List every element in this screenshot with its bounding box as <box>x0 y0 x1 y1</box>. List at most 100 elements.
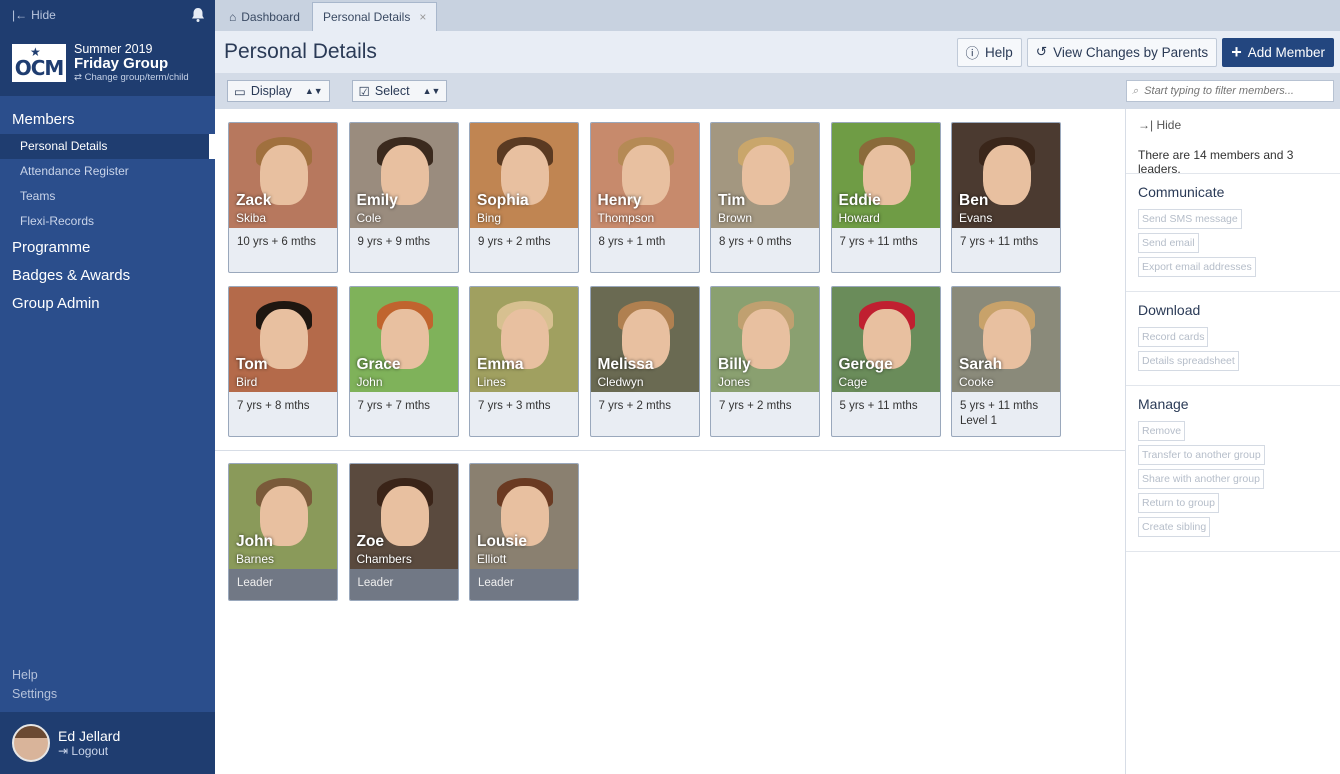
ocm-logo: ★ OCM <box>12 44 66 82</box>
nav-personal-details[interactable]: Personal Details <box>0 134 215 159</box>
shuffle-icon: ⇄ <box>74 71 85 83</box>
member-card[interactable]: Tom Bird 7 yrs + 8 mths <box>228 286 338 437</box>
nav-attendance-register[interactable]: Attendance Register <box>0 159 215 184</box>
share-with-another-group-button[interactable]: Share with another group <box>1138 469 1264 489</box>
panel-hide-button[interactable]: →| Hide <box>1126 109 1340 141</box>
member-photo: Ben Evans <box>952 123 1060 228</box>
monitor-icon: ▭ <box>234 84 246 99</box>
first-name: Sarah <box>959 356 1003 373</box>
details-spreadsheet-button[interactable]: Details spreadsheet <box>1138 351 1239 371</box>
nav-teams[interactable]: Teams <box>0 184 215 209</box>
user-panel: Ed Jellard ⇥ Logout <box>0 712 215 774</box>
first-name: Billy <box>718 356 751 373</box>
tab-dashboard[interactable]: ⌂ Dashboard <box>219 2 310 31</box>
panel-section-title: Download <box>1138 302 1201 318</box>
display-dropdown[interactable]: ▭ Display ▲▼ <box>227 80 330 102</box>
role-label: Leader <box>229 569 337 600</box>
last-name: Evans <box>959 211 993 225</box>
member-photo: Sarah Cooke <box>952 287 1060 392</box>
nav-badges-awards[interactable]: Badges & Awards <box>0 262 215 290</box>
filter-search: ⌕ <box>1126 80 1334 102</box>
remove-button[interactable]: Remove <box>1138 421 1186 441</box>
member-card[interactable]: Henry Thompson 8 yrs + 1 mth <box>589 122 700 273</box>
member-card[interactable]: Grace John 7 yrs + 7 mths <box>348 286 459 437</box>
panel-section-communicate: Communicate Send SMS message Send email Exp… <box>1126 174 1340 292</box>
group-selector[interactable]: ★ OCM Summer 2019 Friday Group ⇄ Change g… <box>0 30 215 96</box>
nav-flexi-records[interactable]: Flexi-Records <box>0 209 215 234</box>
last-name: Chambers <box>356 552 412 566</box>
page-title: Personal Details <box>224 40 377 63</box>
transfer-to-another-group-button[interactable]: Transfer to another group <box>1138 445 1265 465</box>
last-name: John <box>356 375 383 389</box>
sort-arrows-icon: ▲▼ <box>422 86 441 96</box>
member-card[interactable]: Eddie Howard 7 yrs + 11 mths <box>830 122 941 273</box>
actions-panel: →| Hide There are 14 members and 3 leade… <box>1125 109 1340 774</box>
age-label: 7 yrs + 3 mths <box>478 400 551 412</box>
last-name: Cooke <box>959 375 994 389</box>
return-to-group-button[interactable]: Return to group <box>1138 493 1219 513</box>
close-icon[interactable]: × <box>419 10 426 24</box>
member-photo: Grace John <box>349 287 458 392</box>
last-name: Thompson <box>597 211 655 225</box>
logout-icon: ⇥ <box>58 744 72 758</box>
first-name: Ben <box>959 192 989 209</box>
sidebar-hide-button[interactable]: |← Hide <box>12 8 56 22</box>
last-name: Skiba <box>236 211 267 225</box>
member-photo: Billy Jones <box>711 287 819 392</box>
member-card[interactable]: Emily Cole 9 yrs + 9 mths <box>348 122 459 273</box>
last-name: Cledwyn <box>597 375 644 389</box>
member-card[interactable]: Sophia Bing 9 yrs + 2 mths <box>469 122 579 273</box>
leader-card[interactable]: Zoe Chambers Leader <box>348 463 459 601</box>
age-label: 9 yrs + 2 mths <box>478 236 551 248</box>
change-group-link[interactable]: ⇄ Change group/term/child <box>74 72 189 84</box>
logout-link[interactable]: ⇥ Logout <box>58 744 120 758</box>
panel-section-download: Download Record cards Details spreadsheet <box>1126 292 1340 386</box>
select-dropdown[interactable]: ☑ Select ▲▼ <box>351 80 448 102</box>
member-card[interactable]: Emma Lines 7 yrs + 3 mths <box>469 286 579 437</box>
panel-hide-label: Hide <box>1156 118 1182 132</box>
leader-card[interactable]: Lousie Elliott Leader <box>469 463 579 601</box>
nav-group-admin[interactable]: Group Admin <box>0 290 215 318</box>
sidebar-settings-link[interactable]: Settings <box>12 687 57 706</box>
logo-text: OCM <box>14 56 65 80</box>
group-label: Friday Group <box>74 54 169 72</box>
leader-card[interactable]: John Barnes Leader <box>228 463 338 601</box>
last-name: Elliott <box>477 552 507 566</box>
member-card[interactable]: Geroge Cage 5 yrs + 11 mths <box>830 286 941 437</box>
first-name: Lousie <box>477 533 527 550</box>
send-sms-message-button[interactable]: Send SMS message <box>1138 209 1242 229</box>
first-name: Tim <box>718 192 746 209</box>
member-photo: Emily Cole <box>349 123 458 228</box>
bell-icon[interactable] <box>190 7 206 23</box>
member-card[interactable]: Ben Evans 7 yrs + 11 mths <box>951 122 1061 273</box>
add-member-button[interactable]: + Add Member <box>1222 37 1334 67</box>
member-card[interactable]: Billy Jones 7 yrs + 2 mths <box>710 286 820 437</box>
member-card[interactable]: Zack Skiba 10 yrs + 6 mths <box>228 122 338 273</box>
member-photo: Lousie Elliott <box>470 464 578 569</box>
help-button-label: Help <box>985 44 1013 60</box>
tab-personal-details[interactable]: Personal Details × <box>311 2 438 31</box>
members-grid: Zack Skiba 10 yrs + 6 mths Emily Cole 9 yrs +… <box>215 109 1125 774</box>
nav-members[interactable]: Members <box>0 106 215 134</box>
age-label: 8 yrs + 1 mth <box>598 236 666 248</box>
members-leaders-divider <box>215 450 1125 451</box>
nav-programme[interactable]: Programme <box>0 234 215 262</box>
create-sibling-button[interactable]: Create sibling <box>1138 517 1211 537</box>
help-button[interactable]: ⓘ Help <box>956 37 1022 67</box>
member-card[interactable]: Tim Brown 8 yrs + 0 mths <box>710 122 820 273</box>
age-label: 7 yrs + 2 mths <box>719 400 792 412</box>
view-changes-button[interactable]: ↺ View Changes by Parents <box>1026 37 1218 67</box>
member-card[interactable]: Melissa Cledwyn 7 yrs + 2 mths <box>589 286 700 437</box>
export-email-addresses-button[interactable]: Export email addresses <box>1138 257 1256 277</box>
panel-section-manage: Manage Remove Transfer to another group Sha… <box>1126 386 1340 552</box>
send-email-button[interactable]: Send email <box>1138 233 1199 253</box>
first-name: Geroge <box>838 356 893 373</box>
filter-members-input[interactable] <box>1144 85 1320 97</box>
last-name: Jones <box>718 375 751 389</box>
member-photo: Emma Lines <box>470 287 578 392</box>
panel-section-title: Manage <box>1138 396 1189 412</box>
record-cards-button[interactable]: Record cards <box>1138 327 1209 347</box>
age-label: 7 yrs + 2 mths <box>598 400 672 412</box>
sidebar-help-link[interactable]: Help <box>12 668 57 687</box>
member-card[interactable]: Sarah Cooke 5 yrs + 11 mths Level 1 <box>951 286 1061 437</box>
